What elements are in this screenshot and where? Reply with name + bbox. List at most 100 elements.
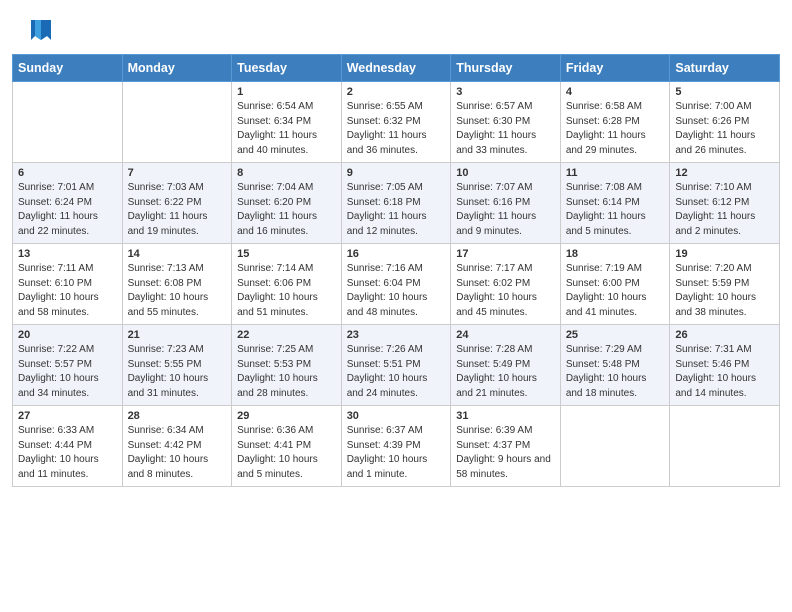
calendar-cell: 19 Sunrise: 7:20 AM Sunset: 5:59 PM Dayli…	[670, 244, 780, 325]
calendar-cell: 29 Sunrise: 6:36 AM Sunset: 4:41 PM Dayli…	[232, 406, 342, 487]
calendar-cell: 17 Sunrise: 7:17 AM Sunset: 6:02 PM Dayli…	[451, 244, 561, 325]
calendar-cell: 4 Sunrise: 6:58 AM Sunset: 6:28 PM Daylig…	[560, 82, 670, 163]
day-info: Sunrise: 7:25 AM Sunset: 5:53 PM Dayligh…	[237, 343, 336, 401]
day-info: Sunrise: 7:00 AM Sunset: 6:26 PM Dayligh…	[675, 100, 774, 158]
page-header	[0, 0, 792, 54]
calendar-cell	[670, 406, 780, 487]
day-number: 29	[237, 410, 336, 422]
day-info: Sunrise: 7:22 AM Sunset: 5:57 PM Dayligh…	[18, 343, 117, 401]
weekday-saturday: Saturday	[670, 55, 780, 82]
day-info: Sunrise: 7:26 AM Sunset: 5:51 PM Dayligh…	[347, 343, 446, 401]
day-info: Sunrise: 6:37 AM Sunset: 4:39 PM Dayligh…	[347, 424, 446, 482]
calendar-cell: 11 Sunrise: 7:08 AM Sunset: 6:14 PM Dayli…	[560, 163, 670, 244]
calendar-cell: 24 Sunrise: 7:28 AM Sunset: 5:49 PM Dayli…	[451, 325, 561, 406]
day-number: 13	[18, 248, 117, 260]
day-info: Sunrise: 6:33 AM Sunset: 4:44 PM Dayligh…	[18, 424, 117, 482]
day-info: Sunrise: 7:17 AM Sunset: 6:02 PM Dayligh…	[456, 262, 555, 320]
day-number: 4	[566, 86, 665, 98]
calendar-container: SundayMondayTuesdayWednesdayThursdayFrid…	[0, 54, 792, 499]
calendar-cell: 9 Sunrise: 7:05 AM Sunset: 6:18 PM Daylig…	[341, 163, 451, 244]
calendar-cell	[122, 82, 232, 163]
day-info: Sunrise: 6:54 AM Sunset: 6:34 PM Dayligh…	[237, 100, 336, 158]
day-number: 26	[675, 329, 774, 341]
day-number: 5	[675, 86, 774, 98]
day-number: 30	[347, 410, 446, 422]
weekday-tuesday: Tuesday	[232, 55, 342, 82]
day-info: Sunrise: 7:10 AM Sunset: 6:12 PM Dayligh…	[675, 181, 774, 239]
logo-flag-icon	[27, 16, 55, 44]
day-number: 19	[675, 248, 774, 260]
day-info: Sunrise: 6:34 AM Sunset: 4:42 PM Dayligh…	[128, 424, 227, 482]
calendar-cell: 14Sunrise: 7:13 AM Sunset: 6:08 PM Dayli…	[122, 244, 232, 325]
day-info: Sunrise: 7:19 AM Sunset: 6:00 PM Dayligh…	[566, 262, 665, 320]
calendar-table: SundayMondayTuesdayWednesdayThursdayFrid…	[12, 54, 780, 487]
day-info: Sunrise: 6:57 AM Sunset: 6:30 PM Dayligh…	[456, 100, 555, 158]
day-info: Sunrise: 7:29 AM Sunset: 5:48 PM Dayligh…	[566, 343, 665, 401]
day-info: Sunrise: 7:14 AM Sunset: 6:06 PM Dayligh…	[237, 262, 336, 320]
week-row-1: 1 Sunrise: 6:54 AM Sunset: 6:34 PM Daylig…	[13, 82, 780, 163]
calendar-cell: 22 Sunrise: 7:25 AM Sunset: 5:53 PM Dayli…	[232, 325, 342, 406]
day-number: 15	[237, 248, 336, 260]
day-number: 16	[347, 248, 446, 260]
day-number: 9	[347, 167, 446, 179]
day-number: 8	[237, 167, 336, 179]
day-number: 2	[347, 86, 446, 98]
day-number: 10	[456, 167, 555, 179]
weekday-thursday: Thursday	[451, 55, 561, 82]
calendar-cell: 15 Sunrise: 7:14 AM Sunset: 6:06 PM Dayli…	[232, 244, 342, 325]
calendar-cell: 30 Sunrise: 6:37 AM Sunset: 4:39 PM Dayli…	[341, 406, 451, 487]
day-info: Sunrise: 7:05 AM Sunset: 6:18 PM Dayligh…	[347, 181, 446, 239]
calendar-cell: 28 Sunrise: 6:34 AM Sunset: 4:42 PM Dayli…	[122, 406, 232, 487]
calendar-cell: 20 Sunrise: 7:22 AM Sunset: 5:57 PM Dayli…	[13, 325, 123, 406]
day-info: Sunrise: 7:08 AM Sunset: 6:14 PM Dayligh…	[566, 181, 665, 239]
calendar-cell: 10 Sunrise: 7:07 AM Sunset: 6:16 PM Dayli…	[451, 163, 561, 244]
calendar-cell: 25Sunrise: 7:29 AM Sunset: 5:48 PM Dayli…	[560, 325, 670, 406]
calendar-cell: 27 Sunrise: 6:33 AM Sunset: 4:44 PM Dayli…	[13, 406, 123, 487]
week-row-3: 13 Sunrise: 7:11 AM Sunset: 6:10 PM Dayli…	[13, 244, 780, 325]
day-number: 17	[456, 248, 555, 260]
day-info: Sunrise: 7:20 AM Sunset: 5:59 PM Dayligh…	[675, 262, 774, 320]
day-info: Sunrise: 6:36 AM Sunset: 4:41 PM Dayligh…	[237, 424, 336, 482]
day-info: Sunrise: 7:11 AM Sunset: 6:10 PM Dayligh…	[18, 262, 117, 320]
day-number: 3	[456, 86, 555, 98]
day-number: 20	[18, 329, 117, 341]
calendar-cell: 21 Sunrise: 7:23 AM Sunset: 5:55 PM Dayli…	[122, 325, 232, 406]
day-info: Sunrise: 6:58 AM Sunset: 6:28 PM Dayligh…	[566, 100, 665, 158]
day-number: 21	[128, 329, 227, 341]
day-number: 28	[128, 410, 227, 422]
day-number: 31	[456, 410, 555, 422]
weekday-monday: Monday	[122, 55, 232, 82]
week-row-4: 20 Sunrise: 7:22 AM Sunset: 5:57 PM Dayli…	[13, 325, 780, 406]
calendar-cell: 7Sunrise: 7:03 AM Sunset: 6:22 PM Daylig…	[122, 163, 232, 244]
day-number: 27	[18, 410, 117, 422]
calendar-cell: 13 Sunrise: 7:11 AM Sunset: 6:10 PM Dayli…	[13, 244, 123, 325]
day-info: Sunrise: 7:16 AM Sunset: 6:04 PM Dayligh…	[347, 262, 446, 320]
weekday-header-row: SundayMondayTuesdayWednesdayThursdayFrid…	[13, 55, 780, 82]
calendar-cell: 2Sunrise: 6:55 AM Sunset: 6:32 PM Daylig…	[341, 82, 451, 163]
week-row-5: 27 Sunrise: 6:33 AM Sunset: 4:44 PM Dayli…	[13, 406, 780, 487]
calendar-cell: 6Sunrise: 7:01 AM Sunset: 6:24 PM Daylig…	[13, 163, 123, 244]
day-info: Sunrise: 7:04 AM Sunset: 6:20 PM Dayligh…	[237, 181, 336, 239]
day-info: Sunrise: 6:39 AM Sunset: 4:37 PM Dayligh…	[456, 424, 555, 482]
day-number: 6	[18, 167, 117, 179]
day-number: 1	[237, 86, 336, 98]
day-number: 24	[456, 329, 555, 341]
day-number: 18	[566, 248, 665, 260]
calendar-cell: 5 Sunrise: 7:00 AM Sunset: 6:26 PM Daylig…	[670, 82, 780, 163]
calendar-cell: 3 Sunrise: 6:57 AM Sunset: 6:30 PM Daylig…	[451, 82, 561, 163]
logo	[24, 18, 55, 46]
day-info: Sunrise: 7:07 AM Sunset: 6:16 PM Dayligh…	[456, 181, 555, 239]
calendar-cell: 23 Sunrise: 7:26 AM Sunset: 5:51 PM Dayli…	[341, 325, 451, 406]
calendar-cell: 8 Sunrise: 7:04 AM Sunset: 6:20 PM Daylig…	[232, 163, 342, 244]
day-number: 22	[237, 329, 336, 341]
calendar-cell: 1 Sunrise: 6:54 AM Sunset: 6:34 PM Daylig…	[232, 82, 342, 163]
day-info: Sunrise: 7:03 AM Sunset: 6:22 PM Dayligh…	[128, 181, 227, 239]
day-number: 12	[675, 167, 774, 179]
day-info: Sunrise: 7:23 AM Sunset: 5:55 PM Dayligh…	[128, 343, 227, 401]
day-info: Sunrise: 7:28 AM Sunset: 5:49 PM Dayligh…	[456, 343, 555, 401]
day-number: 11	[566, 167, 665, 179]
day-number: 23	[347, 329, 446, 341]
calendar-cell: 12 Sunrise: 7:10 AM Sunset: 6:12 PM Dayli…	[670, 163, 780, 244]
calendar-cell: 31 Sunrise: 6:39 AM Sunset: 4:37 PM Dayli…	[451, 406, 561, 487]
weekday-friday: Friday	[560, 55, 670, 82]
